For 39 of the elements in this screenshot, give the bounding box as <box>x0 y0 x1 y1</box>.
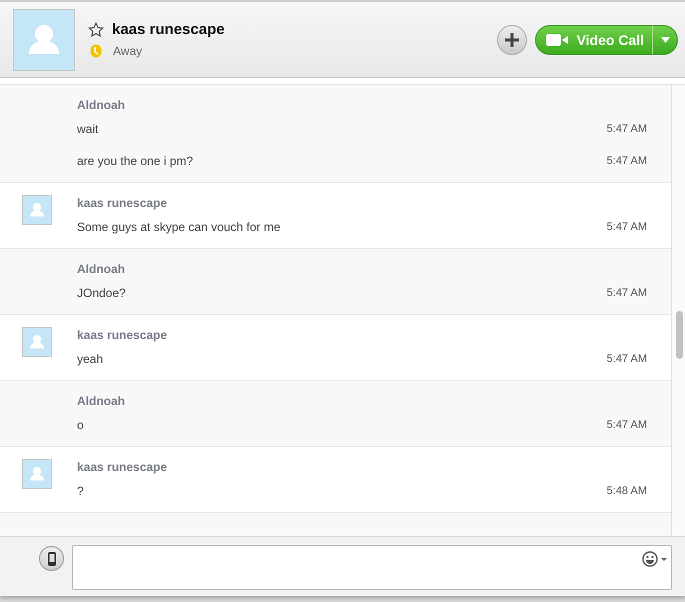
status-text: Away <box>113 44 142 58</box>
message-time: 5:48 AM <box>606 484 647 499</box>
message-text: yeah <box>77 351 104 367</box>
message-time: 5:47 AM <box>606 286 647 301</box>
scrollbar-thumb[interactable] <box>676 311 683 359</box>
phone-button[interactable] <box>39 546 64 571</box>
message-time: 5:47 AM <box>606 220 647 235</box>
message-text: wait <box>77 121 98 137</box>
caret-icon <box>660 36 670 42</box>
clock-icon <box>90 44 102 58</box>
avatar-icon <box>22 459 52 489</box>
sender-name: kaas runescape <box>77 459 168 475</box>
avatar-icon <box>22 327 52 357</box>
sender-name: Aldnoah <box>77 261 126 277</box>
message-text: ? <box>77 483 84 499</box>
message-text: are you the one i pm? <box>77 153 194 169</box>
phone-icon <box>46 550 56 566</box>
plus-icon <box>504 32 520 48</box>
message-text: JOndoe? <box>77 285 126 301</box>
sender-name: kaas runescape <box>77 327 168 343</box>
sender-name: kaas runescape <box>77 195 168 211</box>
sender-name: Aldnoah <box>77 393 126 409</box>
message-time: 5:47 AM <box>606 154 647 169</box>
avatar-icon <box>22 195 52 225</box>
sender-name: Aldnoah <box>77 97 126 113</box>
message-text: Some guys at skype can vouch for me <box>77 219 280 235</box>
message-text: o <box>77 417 84 433</box>
contact-name: kaas runescape <box>112 21 225 38</box>
video-call-button[interactable]: Video Call <box>534 24 652 54</box>
dropdown-button[interactable] <box>652 24 678 54</box>
add-button[interactable] <box>496 24 527 54</box>
message-time: 5:47 AM <box>606 352 647 367</box>
message-time: 5:47 AM <box>606 122 647 137</box>
smiley-icon[interactable] <box>642 551 668 567</box>
star-icon[interactable] <box>88 22 104 38</box>
camera-icon <box>546 34 568 46</box>
message-input[interactable] <box>72 545 672 590</box>
avatar-icon <box>13 8 75 70</box>
message-time: 5:47 AM <box>606 418 647 433</box>
